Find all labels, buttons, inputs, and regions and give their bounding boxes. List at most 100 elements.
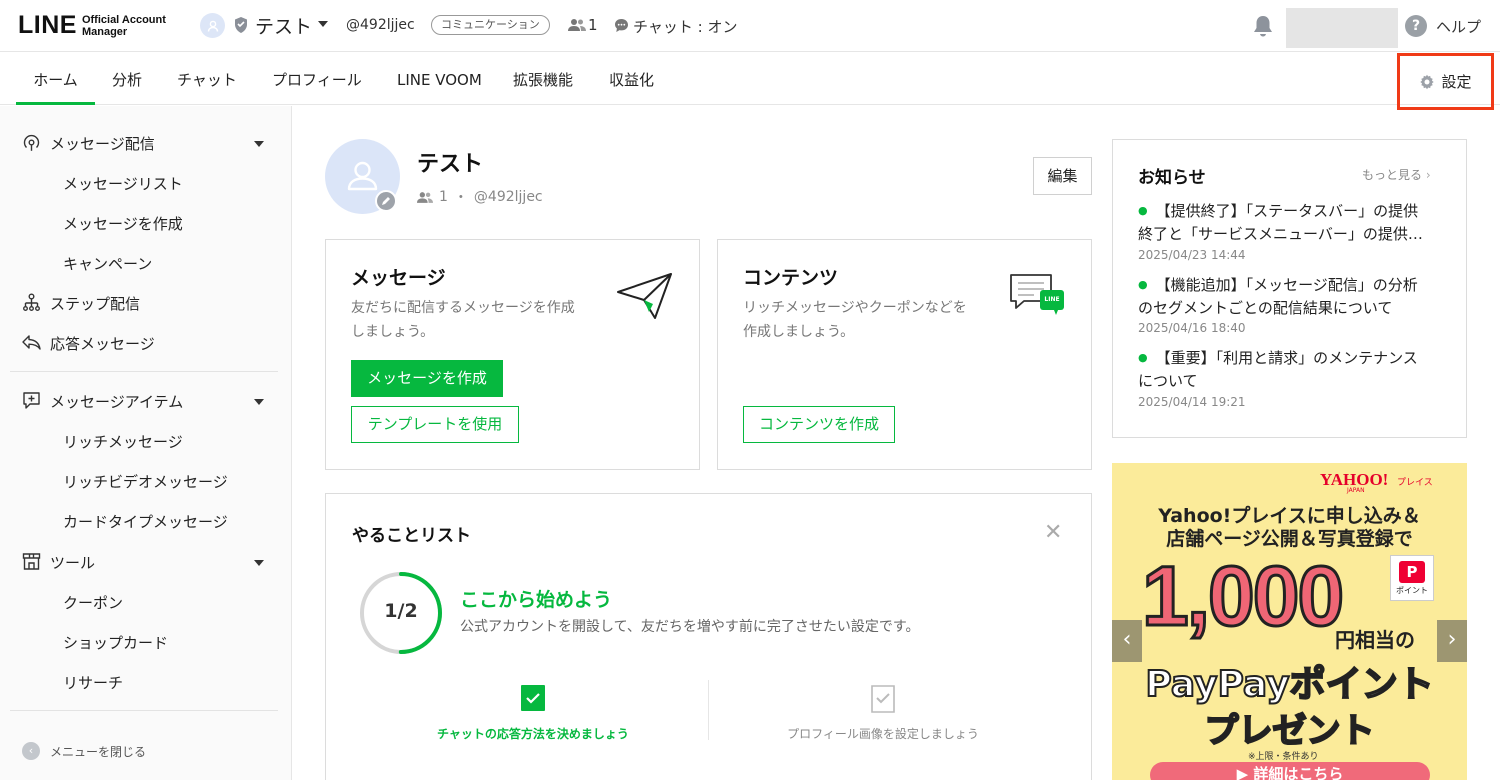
line-oa-logo[interactable]: LINE Official Account Manager xyxy=(18,11,166,40)
todo-title: やることリスト xyxy=(352,526,471,546)
close-menu-button[interactable]: ‹ メニューを閉じる xyxy=(22,742,146,760)
profile-id: @492ljjec xyxy=(473,189,543,205)
create-message-button[interactable]: メッセージを作成 xyxy=(351,360,503,397)
friends-icon xyxy=(417,191,433,203)
profile-meta-separator: ・ xyxy=(453,190,468,206)
account-id: @492ljjec xyxy=(346,17,415,33)
edit-profile-button[interactable]: 編集 xyxy=(1033,157,1092,195)
account-name[interactable]: テスト xyxy=(255,12,312,39)
banner-next-arrow-icon[interactable]: › xyxy=(1437,620,1467,662)
friends-count: 1 xyxy=(588,16,598,34)
checklist-done-icon xyxy=(521,685,545,711)
logo-text: LINE xyxy=(18,11,77,39)
help-icon[interactable]: ? xyxy=(1405,15,1427,37)
todo-step-profile-image[interactable]: プロフィール画像を設定しましょう xyxy=(758,684,1008,742)
create-content-button[interactable]: コンテンツを作成 xyxy=(743,406,895,443)
friends-icon xyxy=(568,18,586,36)
close-menu-label: メニューを閉じる xyxy=(50,744,147,759)
tab-extensions[interactable]: 拡張機能 xyxy=(513,57,573,105)
settings-button[interactable]: 設定 xyxy=(1397,53,1494,110)
yahoo-japan-label: JAPAN xyxy=(1347,487,1365,494)
checklist-pending-icon xyxy=(871,685,895,713)
profile-meta: 1 ・ @492ljjec xyxy=(417,187,543,207)
message-item-icon xyxy=(22,391,41,414)
chevron-down-icon[interactable] xyxy=(254,399,264,405)
user-account-menu[interactable] xyxy=(1286,8,1398,48)
reply-icon xyxy=(21,333,42,356)
banner-prev-arrow-icon[interactable]: ‹ xyxy=(1112,620,1142,662)
chat-bubble-icon xyxy=(614,18,629,37)
paypay-point-badge: P ポイント xyxy=(1390,555,1434,601)
notification-bell-icon[interactable] xyxy=(1252,14,1274,42)
tab-monetization[interactable]: 収益化 xyxy=(609,57,654,105)
person-icon xyxy=(207,20,218,32)
main-nav: ホーム 分析 チャット プロフィール LINE VOOM 拡張機能 収益化 xyxy=(0,57,1500,105)
content-card-description: リッチメッセージやクーポンなどを 作成しましょう。 xyxy=(743,300,967,340)
tab-home[interactable]: ホーム xyxy=(16,57,95,105)
message-card-title: メッセージ xyxy=(351,267,446,289)
profile-name: テスト xyxy=(417,152,484,177)
chevron-left-icon: ‹ xyxy=(22,742,40,760)
news-item[interactable]: ● 【機能追加】「メッセージ配信」の分析 のセグメントごとの配信結果について xyxy=(1138,273,1438,320)
use-template-button[interactable]: テンプレートを使用 xyxy=(351,406,519,443)
tab-chat[interactable]: チャット xyxy=(177,57,237,105)
content-chat-icon: LINE xyxy=(1008,272,1066,322)
tab-analytics[interactable]: 分析 xyxy=(112,57,142,105)
step-divider xyxy=(708,680,709,740)
sidebar-item-rich-message[interactable]: リッチメッセージ xyxy=(63,431,183,452)
tab-line-voom[interactable]: LINE VOOM xyxy=(397,57,482,105)
progress-label: 1/2 xyxy=(384,600,418,622)
todo-description: 公式アカウントを開設して、友だちを増やす前に完了させたい設定です。 xyxy=(460,619,920,635)
plan-badge: コミュニケーション xyxy=(431,15,550,35)
sidebar-item-rich-video-message[interactable]: リッチビデオメッセージ xyxy=(63,471,228,492)
sidebar-item-card-type-message[interactable]: カードタイプメッセージ xyxy=(63,511,228,532)
help-link[interactable]: ヘルプ xyxy=(1436,16,1481,37)
profile-friends-count: 1 xyxy=(439,189,448,205)
todo-step-label: プロフィール画像を設定しましょう xyxy=(787,727,979,741)
news-more-link[interactable]: もっと見る › xyxy=(1362,166,1431,183)
chevron-down-icon[interactable] xyxy=(254,141,264,147)
banner-product: PayPayポイント xyxy=(1144,663,1434,706)
sidebar-item-shop-card[interactable]: ショップカード xyxy=(63,632,168,653)
edit-avatar-pencil-icon[interactable] xyxy=(375,190,397,212)
chevron-down-icon[interactable] xyxy=(254,560,264,566)
sidebar-item-research[interactable]: リサーチ xyxy=(63,672,123,693)
account-switch-caret-icon[interactable] xyxy=(318,21,328,27)
sidebar-item-coupon[interactable]: クーポン xyxy=(63,592,123,613)
settings-label: 設定 xyxy=(1441,73,1472,91)
logo-subtext: Official Account Manager xyxy=(81,13,166,38)
shield-icon xyxy=(233,16,249,38)
close-icon[interactable]: ✕ xyxy=(1044,522,1062,544)
sidebar-item-message-broadcast[interactable]: メッセージ配信 xyxy=(50,133,155,154)
sidebar-item-create-message[interactable]: メッセージを作成 xyxy=(63,213,183,234)
yahoo-place-label: プレイス xyxy=(1397,478,1433,488)
sidebar-item-tools[interactable]: ツール xyxy=(50,552,95,573)
sidebar-item-auto-reply[interactable]: 応答メッセージ xyxy=(50,333,155,354)
account-avatar[interactable] xyxy=(200,13,225,38)
sidebar-item-step-delivery[interactable]: ステップ配信 xyxy=(50,293,140,314)
content-card-title: コンテンツ xyxy=(743,267,839,289)
sidebar: メッセージ配信 メッセージリスト メッセージを作成 キャンペーン ステップ配信 … xyxy=(0,106,292,780)
banner-cta-button[interactable]: ▶ 詳細はこちら xyxy=(1150,762,1430,780)
chat-status[interactable]: チャット : オン xyxy=(633,16,737,37)
todo-step-chat-response[interactable]: チャットの応答方法を決めましょう xyxy=(408,684,658,742)
news-date: 2025/04/14 19:21 xyxy=(1138,395,1246,409)
news-item[interactable]: ● 【提供終了】「ステータスバー」の提供 終了と「サービスメニューバー」の提供… xyxy=(1138,199,1438,246)
paypay-logo: P xyxy=(1399,561,1425,583)
tab-profile[interactable]: プロフィール xyxy=(272,57,362,105)
sidebar-item-campaign[interactable]: キャンペーン xyxy=(63,253,152,274)
news-item[interactable]: ● 【重要】「利用と請求」のメンテナンス について xyxy=(1138,346,1438,393)
sidebar-divider xyxy=(10,371,278,372)
news-title: お知らせ xyxy=(1138,168,1206,188)
sidebar-item-message-items[interactable]: メッセージアイテム xyxy=(50,391,183,412)
news-date: 2025/04/23 14:44 xyxy=(1138,248,1246,262)
paypay-badge-text: ポイント xyxy=(1396,586,1428,595)
news-date: 2025/04/16 18:40 xyxy=(1138,321,1246,335)
chevron-right-icon: › xyxy=(1425,168,1431,182)
step-icon xyxy=(22,293,41,316)
banner-note: ※上限・条件あり xyxy=(1248,752,1319,762)
sidebar-item-message-list[interactable]: メッセージリスト xyxy=(63,173,183,194)
sidebar-divider xyxy=(10,710,278,711)
banner-line-2: 店舗ページ公開＆写真登録で xyxy=(1166,528,1413,550)
todo-step-label: チャットの応答方法を決めましょう xyxy=(437,727,629,741)
